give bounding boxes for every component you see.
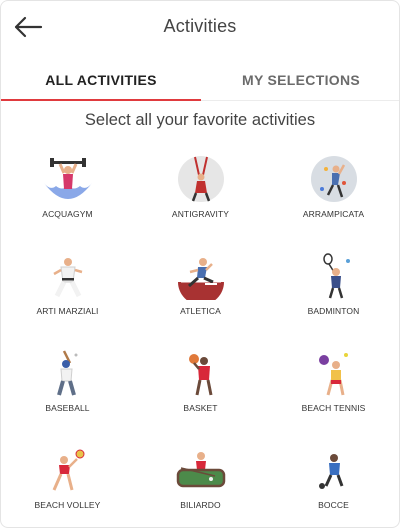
activity-basket[interactable]: BASKET [134, 345, 267, 441]
activity-label: ARRAMPICATA [302, 209, 365, 219]
activity-label: BEACH TENNIS [301, 403, 366, 413]
martial-arts-icon [42, 252, 94, 300]
activity-arrampicata[interactable]: ARRAMPICATA [267, 151, 399, 247]
activity-label: ANTIGRAVITY [171, 209, 230, 219]
tab-bar: ALL ACTIVITIES MY SELECTIONS [1, 59, 399, 101]
activity-badminton[interactable]: BADMINTON [267, 248, 399, 344]
basketball-icon [175, 349, 227, 397]
activity-acquagym[interactable]: ACQUAGYM [1, 151, 134, 247]
activity-label: BILIARDO [180, 500, 221, 510]
activity-label: BADMINTON [307, 306, 360, 316]
beach-tennis-icon [308, 349, 360, 397]
activity-bocce[interactable]: BOCCE [267, 442, 399, 527]
tab-all-activities[interactable]: ALL ACTIVITIES [1, 59, 201, 101]
activity-label: BASEBALL [45, 403, 90, 413]
activity-baseball[interactable]: BASEBALL [1, 345, 134, 441]
billiards-icon [175, 446, 227, 494]
activity-antigravity[interactable]: ANTIGRAVITY [134, 151, 267, 247]
beach-volley-icon [42, 446, 94, 494]
bocce-icon [308, 446, 360, 494]
app-frame: Activities ALL ACTIVITIES MY SELECTIONS … [0, 0, 400, 528]
instruction-text: Select all your favorite activities [84, 111, 316, 129]
activity-label: ACQUAGYM [42, 209, 93, 219]
activity-label: ARTI MARZIALI [36, 306, 99, 316]
header: Activities [1, 1, 399, 53]
activity-biliardo[interactable]: BILIARDO [134, 442, 267, 527]
activity-beach-tennis[interactable]: BEACH TENNIS [267, 345, 399, 441]
athletics-icon [175, 252, 227, 300]
activity-arti-marziali[interactable]: ARTI MARZIALI [1, 248, 134, 344]
acquagym-icon [42, 155, 94, 203]
activity-label: BOCCE [318, 500, 349, 510]
active-tab-indicator [1, 99, 201, 101]
antigravity-icon [175, 155, 227, 203]
badminton-icon [308, 252, 360, 300]
activity-label: ATLETICA [180, 306, 221, 316]
activity-beach-volley[interactable]: BEACH VOLLEY [1, 442, 134, 527]
tab-my-selections[interactable]: MY SELECTIONS [201, 59, 399, 101]
baseball-icon [42, 349, 94, 397]
activity-label: BEACH VOLLEY [34, 500, 101, 510]
climbing-icon [308, 155, 360, 203]
page-title: Activities [163, 16, 237, 36]
activity-atletica[interactable]: ATLETICA [134, 248, 267, 344]
activity-label: BASKET [183, 403, 218, 413]
